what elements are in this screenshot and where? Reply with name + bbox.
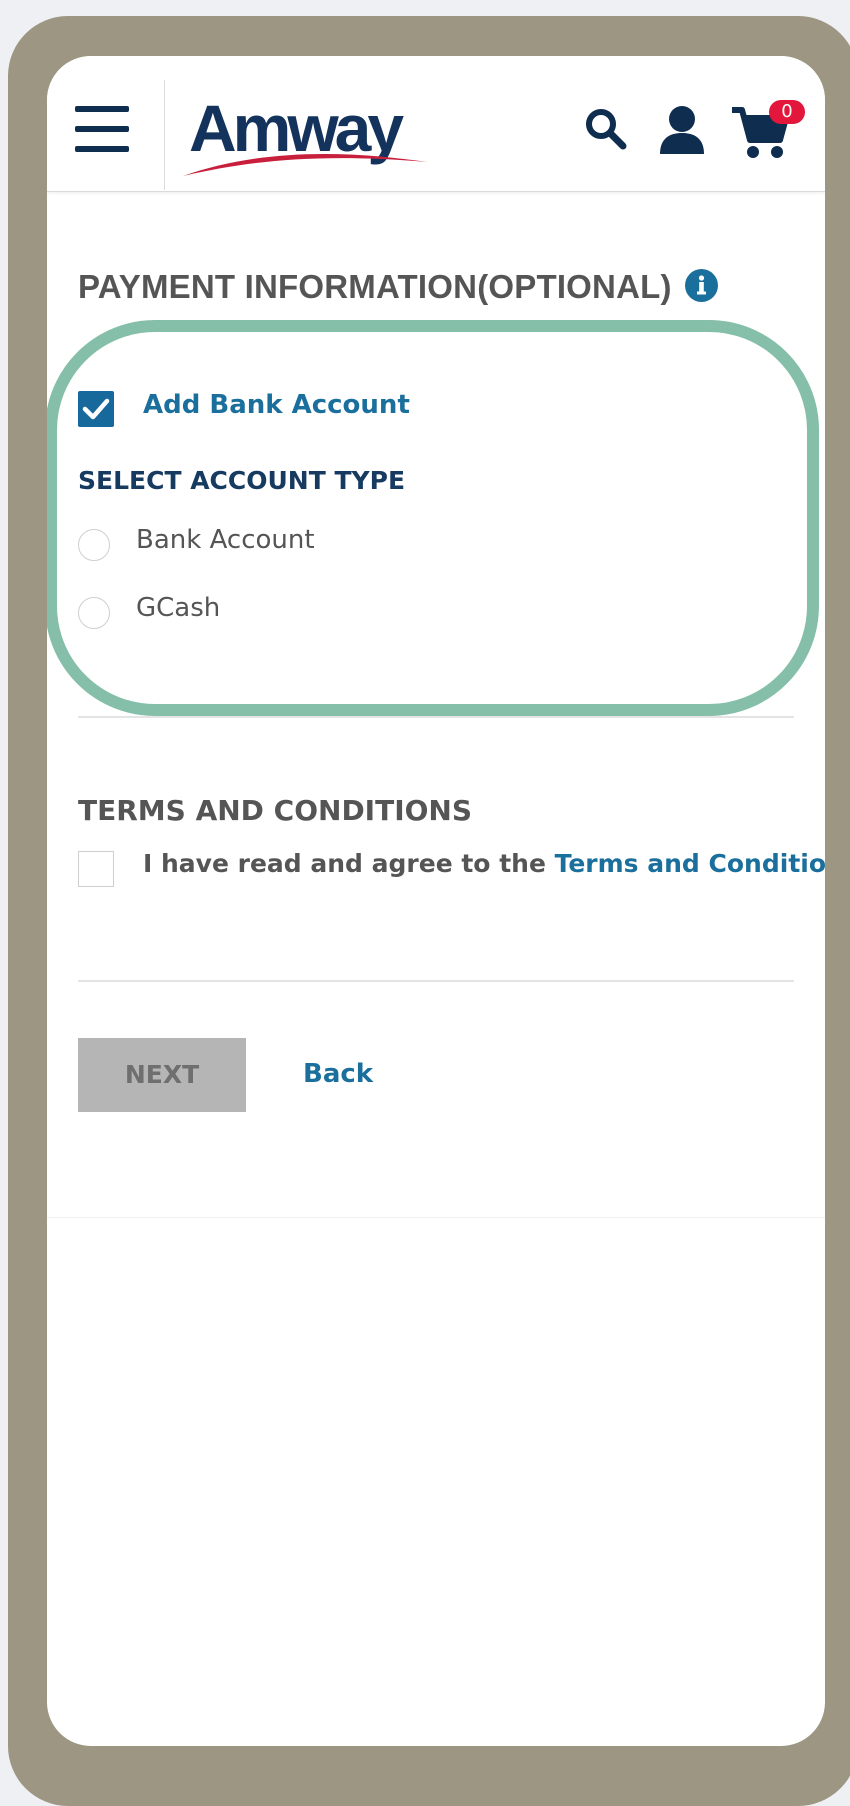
radio-gcash[interactable]	[78, 597, 110, 629]
payment-section-title: PAYMENT INFORMATION(OPTIONAL)	[78, 268, 672, 305]
terms-checkbox[interactable]	[78, 851, 114, 887]
section-divider	[78, 980, 794, 982]
radio-bank-account[interactable]	[78, 529, 110, 561]
terms-agree-text: I have read and agree to the Terms and C…	[143, 849, 825, 878]
radio-gcash-label[interactable]: GCash	[136, 593, 220, 623]
section-divider	[78, 716, 794, 718]
terms-and-conditions-link[interactable]: Terms and Conditions	[555, 849, 825, 878]
phone-screen: Amway 0 PAYMENT INFORMATION(OPTIONAL) Ad…	[47, 56, 825, 1746]
info-icon[interactable]	[685, 269, 718, 302]
next-button[interactable]: NEXT	[78, 1038, 246, 1112]
account-type-title: SELECT ACCOUNT TYPE	[78, 466, 406, 495]
site-header: Amway 0	[47, 56, 825, 192]
radio-bank-account-label[interactable]: Bank Account	[136, 525, 315, 555]
search-icon[interactable]	[583, 106, 629, 152]
footer-divider	[47, 1217, 825, 1218]
add-bank-account-label[interactable]: Add Bank Account	[143, 390, 410, 420]
cart-count-badge: 0	[769, 100, 805, 124]
account-icon[interactable]	[656, 104, 708, 156]
back-link[interactable]: Back	[303, 1059, 373, 1089]
logo-swoosh	[183, 153, 427, 176]
highlight-annotation-oval	[47, 320, 819, 716]
header-divider	[164, 80, 165, 190]
terms-section-title: TERMS AND CONDITIONS	[78, 794, 473, 827]
add-bank-account-checkbox[interactable]	[78, 391, 114, 427]
terms-agree-prefix: I have read and agree to the	[143, 849, 555, 878]
menu-icon[interactable]	[75, 106, 129, 152]
amway-logo[interactable]: Amway	[181, 90, 431, 180]
checkmark-icon	[82, 398, 110, 420]
